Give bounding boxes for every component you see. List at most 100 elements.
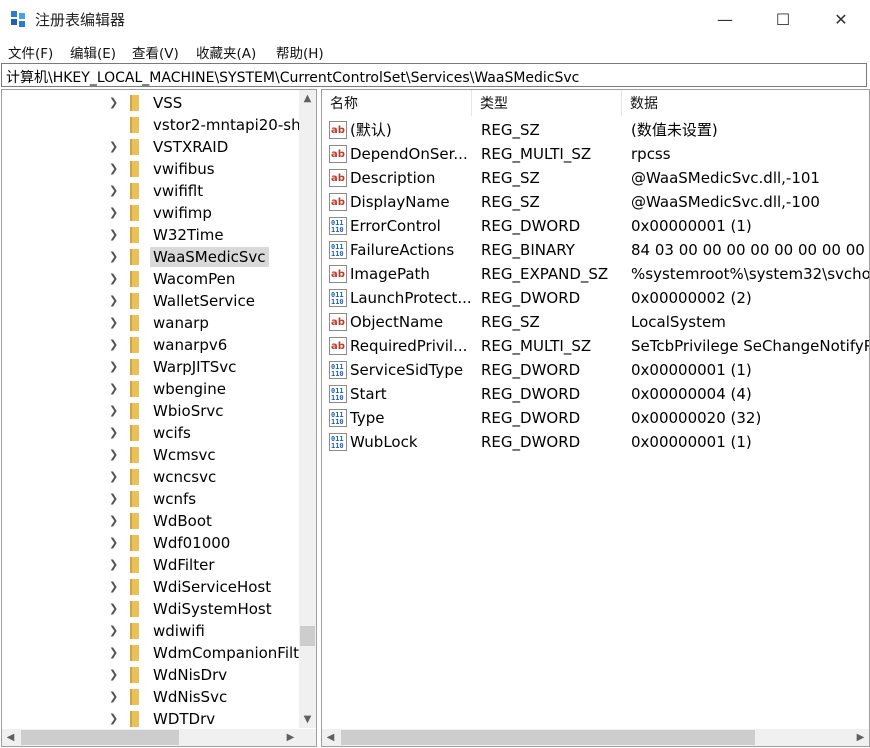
value-row[interactable]: 011 110 LaunchProtect... REG_DWORD 0x0000000… <box>322 286 869 310</box>
tree-item-label[interactable]: WdNisDrv <box>150 665 230 685</box>
tree-item-label[interactable]: Wcmsvc <box>150 445 219 465</box>
column-header-type[interactable]: 类型 <box>472 90 622 116</box>
menu-edit[interactable]: 编辑(E) <box>70 42 116 62</box>
chevron-right-icon[interactable]: ❯ <box>109 250 118 263</box>
chevron-right-icon[interactable]: ❯ <box>109 580 118 593</box>
chevron-right-icon[interactable]: ❯ <box>109 96 118 109</box>
tree-item[interactable]: ❯ wcncsvc <box>2 466 302 488</box>
value-row[interactable]: ab (默认) REG_SZ (数值未设置) <box>322 118 869 142</box>
tree-item[interactable]: ❯ wanarp <box>2 312 302 334</box>
value-row[interactable]: ab DisplayName REG_SZ @WaaSMedicSvc.dll,-10… <box>322 190 869 214</box>
chevron-right-icon[interactable]: ❯ <box>109 668 118 681</box>
tree-item-label[interactable]: WDTDrv <box>150 709 218 729</box>
tree-item-label[interactable]: Wdf01000 <box>150 533 233 553</box>
tree-item-label[interactable]: wbengine <box>150 379 229 399</box>
tree-item[interactable]: ❯ WdNisSvc <box>2 686 302 708</box>
value-row[interactable]: ab ImagePath REG_EXPAND_SZ %systemroot%\sys… <box>322 262 869 286</box>
tree-item-label[interactable]: WacomPen <box>150 269 238 289</box>
chevron-right-icon[interactable]: ❯ <box>109 602 118 615</box>
tree-item[interactable]: ❯ wcnfs <box>2 488 302 510</box>
tree-item[interactable]: ❯ vwifimp <box>2 202 302 224</box>
tree-item[interactable]: ❯ WdFilter <box>2 554 302 576</box>
chevron-right-icon[interactable]: ❯ <box>109 558 118 571</box>
tree-item-label[interactable]: vwifimp <box>150 203 215 223</box>
chevron-right-icon[interactable]: ❯ <box>109 492 118 505</box>
values-horizontal-scrollbar[interactable]: ◀ ▶ <box>322 729 869 746</box>
scroll-left-icon[interactable]: ◀ <box>2 729 19 746</box>
menu-file[interactable]: 文件(F) <box>8 42 53 62</box>
key-tree-pane[interactable]: ❯ VSS vstor2-mntapi20-sh ❯ VSTXRAID ❯ vwifibus… <box>1 89 317 747</box>
minimize-button[interactable]: — <box>696 0 754 38</box>
tree-item-label[interactable]: wcnfs <box>150 489 199 509</box>
tree-item[interactable]: ❯ WdmCompanionFilt <box>2 642 302 664</box>
maximize-button[interactable]: ☐ <box>754 0 812 38</box>
chevron-right-icon[interactable]: ❯ <box>109 228 118 241</box>
tree-item-label[interactable]: WbioSrvc <box>150 401 227 421</box>
tree-item-label[interactable]: wanarpv6 <box>150 335 230 355</box>
tree-item-label[interactable]: vwififlt <box>150 181 206 201</box>
tree-item[interactable]: ❯ vwifibus <box>2 158 302 180</box>
chevron-right-icon[interactable]: ❯ <box>109 690 118 703</box>
value-row[interactable]: 011 110 Start REG_DWORD 0x00000004 (4) <box>322 382 869 406</box>
tree-item[interactable]: ❯ Wcmsvc <box>2 444 302 466</box>
chevron-right-icon[interactable]: ❯ <box>109 140 118 153</box>
tree-item-label[interactable]: wcifs <box>150 423 194 443</box>
tree-item[interactable]: ❯ wbengine <box>2 378 302 400</box>
scroll-down-icon[interactable]: ▼ <box>299 711 316 728</box>
values-pane[interactable]: 名称 类型 数据 ab (默认) REG_SZ (数值未设置) ab DependOnSe… <box>321 89 870 747</box>
tree-item[interactable]: vstor2-mntapi20-sh <box>2 114 302 136</box>
value-row[interactable]: ab ObjectName REG_SZ LocalSystem <box>322 310 869 334</box>
tree-item-label[interactable]: vstor2-mntapi20-sh <box>150 115 304 135</box>
value-row[interactable]: 011 110 WubLock REG_DWORD 0x00000001 (1) <box>322 430 869 454</box>
tree-item-label[interactable]: VSS <box>150 93 185 113</box>
tree-item-label[interactable]: W32Time <box>150 225 227 245</box>
chevron-right-icon[interactable]: ❯ <box>109 338 118 351</box>
chevron-right-icon[interactable]: ❯ <box>109 624 118 637</box>
tree-item-label[interactable]: WalletService <box>150 291 258 311</box>
chevron-right-icon[interactable]: ❯ <box>109 206 118 219</box>
tree-item[interactable]: ❯ WdiSystemHost <box>2 598 302 620</box>
chevron-right-icon[interactable]: ❯ <box>109 360 118 373</box>
column-header-name[interactable]: 名称 <box>322 90 472 116</box>
tree-item-label[interactable]: WdmCompanionFilt <box>150 643 302 663</box>
chevron-right-icon[interactable]: ❯ <box>109 536 118 549</box>
tree-item[interactable]: ❯ wdiwifi <box>2 620 302 642</box>
chevron-right-icon[interactable]: ❯ <box>109 646 118 659</box>
chevron-right-icon[interactable]: ❯ <box>109 272 118 285</box>
value-row[interactable]: ab RequiredPrivil... REG_MULTI_SZ SeTcbPriv… <box>322 334 869 358</box>
values-horizontal-scroll-thumb[interactable] <box>341 730 755 745</box>
address-bar[interactable]: 计算机\HKEY_LOCAL_MACHINE\SYSTEM\CurrentCon… <box>1 63 867 87</box>
tree-item-label[interactable]: vwifibus <box>150 159 218 179</box>
scroll-right-icon[interactable]: ▶ <box>282 729 299 746</box>
chevron-right-icon[interactable]: ❯ <box>109 514 118 527</box>
address-path[interactable]: 计算机\HKEY_LOCAL_MACHINE\SYSTEM\CurrentCon… <box>6 67 579 87</box>
chevron-right-icon[interactable]: ❯ <box>109 294 118 307</box>
tree-horizontal-scrollbar[interactable]: ◀ ▶ <box>2 729 299 746</box>
tree-item[interactable]: ❯ wanarpv6 <box>2 334 302 356</box>
chevron-right-icon[interactable]: ❯ <box>109 162 118 175</box>
tree-item-label[interactable]: wcncsvc <box>150 467 219 487</box>
chevron-right-icon[interactable]: ❯ <box>109 184 118 197</box>
chevron-right-icon[interactable]: ❯ <box>109 382 118 395</box>
tree-item-label[interactable]: WaaSMedicSvc <box>150 247 269 267</box>
chevron-right-icon[interactable]: ❯ <box>109 470 118 483</box>
tree-item[interactable]: ❯ WdiServiceHost <box>2 576 302 598</box>
tree-item[interactable]: ❯ WacomPen <box>2 268 302 290</box>
tree-item[interactable]: ❯ WalletService <box>2 290 302 312</box>
scroll-right-icon[interactable]: ▶ <box>852 729 869 746</box>
tree-item-label[interactable]: wanarp <box>150 313 212 333</box>
close-button[interactable]: ✕ <box>812 0 870 38</box>
menu-favorites[interactable]: 收藏夹(A) <box>196 42 256 62</box>
tree-vertical-scrollbar[interactable]: ▲ ▼ <box>299 90 316 728</box>
chevron-right-icon[interactable]: ❯ <box>109 448 118 461</box>
tree-item-label[interactable]: VSTXRAID <box>150 137 231 157</box>
tree-item-label[interactable]: WdBoot <box>150 511 215 531</box>
tree-item-label[interactable]: WdFilter <box>150 555 218 575</box>
scroll-up-icon[interactable]: ▲ <box>299 90 316 107</box>
column-header-data[interactable]: 数据 <box>622 90 869 116</box>
menu-view[interactable]: 查看(V) <box>132 42 179 62</box>
scroll-left-icon[interactable]: ◀ <box>322 729 339 746</box>
tree-item[interactable]: ❯ WDTDrv <box>2 708 302 730</box>
tree-item[interactable]: ❯ W32Time <box>2 224 302 246</box>
chevron-right-icon[interactable]: ❯ <box>109 712 118 725</box>
